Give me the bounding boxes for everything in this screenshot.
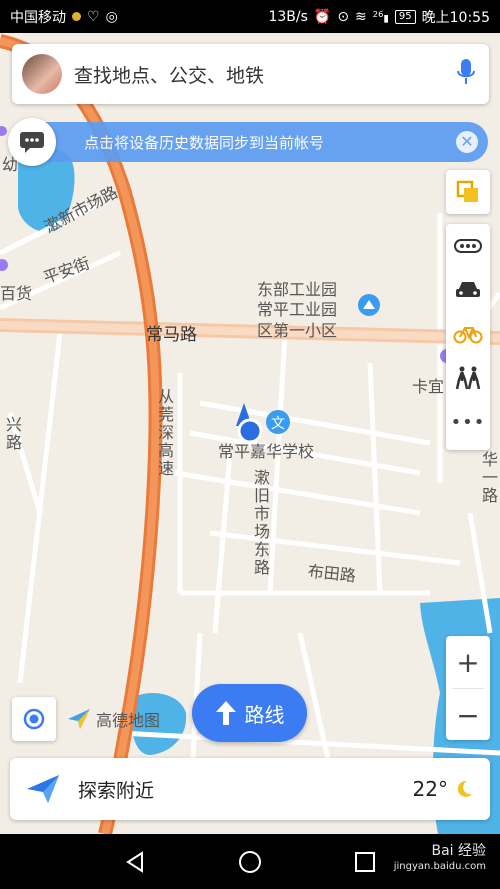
walk-mode-button[interactable] xyxy=(446,356,490,400)
map-label-baihuo: 百货 xyxy=(0,284,33,303)
map-label-butian-road: 布田路 xyxy=(306,561,357,586)
clock: 晚上10:55 xyxy=(421,9,490,26)
heart-icon: ♡ xyxy=(87,8,100,25)
message-bubble-button[interactable] xyxy=(8,118,56,166)
amap-logo-icon xyxy=(68,709,90,729)
zoom-out-icon[interactable]: − xyxy=(446,689,490,741)
recents-button[interactable] xyxy=(345,842,385,882)
watermark-line1: Bai 经验 xyxy=(431,843,486,859)
brand-logo: 高德地图 xyxy=(66,707,160,731)
explore-nearby-card[interactable]: 探索附近 22° xyxy=(10,758,490,820)
sync-notice-text: 点击将设备历史数据同步到当前帐号 xyxy=(84,133,325,152)
navigate-arrow-icon xyxy=(27,775,59,803)
signal-icon: 26▮ xyxy=(372,8,389,25)
temperature: 22° xyxy=(412,777,448,801)
home-button[interactable] xyxy=(230,842,270,882)
carrier-label: 中国移动 xyxy=(10,9,66,26)
microphone-icon[interactable] xyxy=(457,58,475,90)
search-input[interactable]: 查找地点、公交、地铁 xyxy=(74,61,457,88)
svg-text:文: 文 xyxy=(271,416,285,432)
map-label-dong-road: 漱旧市场东路 xyxy=(251,469,270,577)
moon-icon xyxy=(457,780,472,797)
map-tools-panel: ••• xyxy=(446,224,490,450)
locate-icon xyxy=(23,708,45,730)
watermark: Bai 经验 jingyan.baidu.com xyxy=(394,843,486,875)
map-label-xinglu: 兴路 xyxy=(3,416,22,452)
bike-mode-button[interactable] xyxy=(446,312,490,356)
battery-icon: 95 xyxy=(394,9,416,24)
car-icon xyxy=(456,282,480,297)
recents-icon xyxy=(355,851,375,872)
explore-nearby-label: 探索附近 xyxy=(78,779,155,802)
map-label-xiaoqu: 区第一小区 xyxy=(257,321,338,340)
notification-dot-icon xyxy=(72,12,81,21)
map-label-changma-road: 常马路 xyxy=(146,325,197,345)
layers-panel xyxy=(446,170,490,214)
avatar[interactable] xyxy=(22,54,62,94)
car-mode-button[interactable] xyxy=(446,268,490,312)
message-icon xyxy=(20,132,44,153)
zoom-in-icon[interactable]: + xyxy=(446,636,490,688)
close-icon[interactable]: ✕ xyxy=(456,131,478,153)
layers-button[interactable] xyxy=(446,170,490,214)
map-label-yilu: 华一路 xyxy=(479,451,498,505)
more-button[interactable]: ••• xyxy=(446,400,490,444)
locate-button[interactable] xyxy=(12,697,56,741)
network-speed: 13B/s xyxy=(268,8,308,25)
location-icon: ⊙ xyxy=(337,8,350,25)
brand-name: 高德地图 xyxy=(96,711,161,730)
route-arrow-icon xyxy=(215,701,236,725)
map-label-kayi: 卡宜 xyxy=(412,377,445,396)
layers-icon xyxy=(456,180,478,202)
sync-notice-banner[interactable]: 点击将设备历史数据同步到当前帐号 ✕ xyxy=(14,122,488,162)
traffic-icon xyxy=(454,239,482,253)
map-label-school: 常平嘉华学校 xyxy=(218,442,315,461)
walk-icon xyxy=(455,366,481,390)
back-icon xyxy=(126,850,143,873)
map-label-highway: 从莞深高速 xyxy=(155,388,174,478)
search-bar[interactable]: 查找地点、公交、地铁 xyxy=(12,44,489,104)
chat-icon: ◎ xyxy=(105,8,118,25)
watermark-line2: jingyan.baidu.com xyxy=(393,861,486,872)
bike-icon xyxy=(453,327,483,344)
zoom-controls: + − xyxy=(446,636,490,740)
route-button[interactable]: 路线 xyxy=(192,684,307,742)
wifi-icon: ≋ xyxy=(355,8,367,25)
home-icon xyxy=(239,850,261,873)
more-icon: ••• xyxy=(450,411,486,433)
route-button-label: 路线 xyxy=(244,702,285,727)
status-bar: 中国移动 ♡ ◎ 13B/s ⏰ ⊙ ≋ 26▮ 95 晚上10:55 xyxy=(0,0,500,33)
back-button[interactable] xyxy=(115,842,155,882)
traffic-button[interactable] xyxy=(446,224,490,268)
alarm-icon: ⏰ xyxy=(313,8,332,25)
